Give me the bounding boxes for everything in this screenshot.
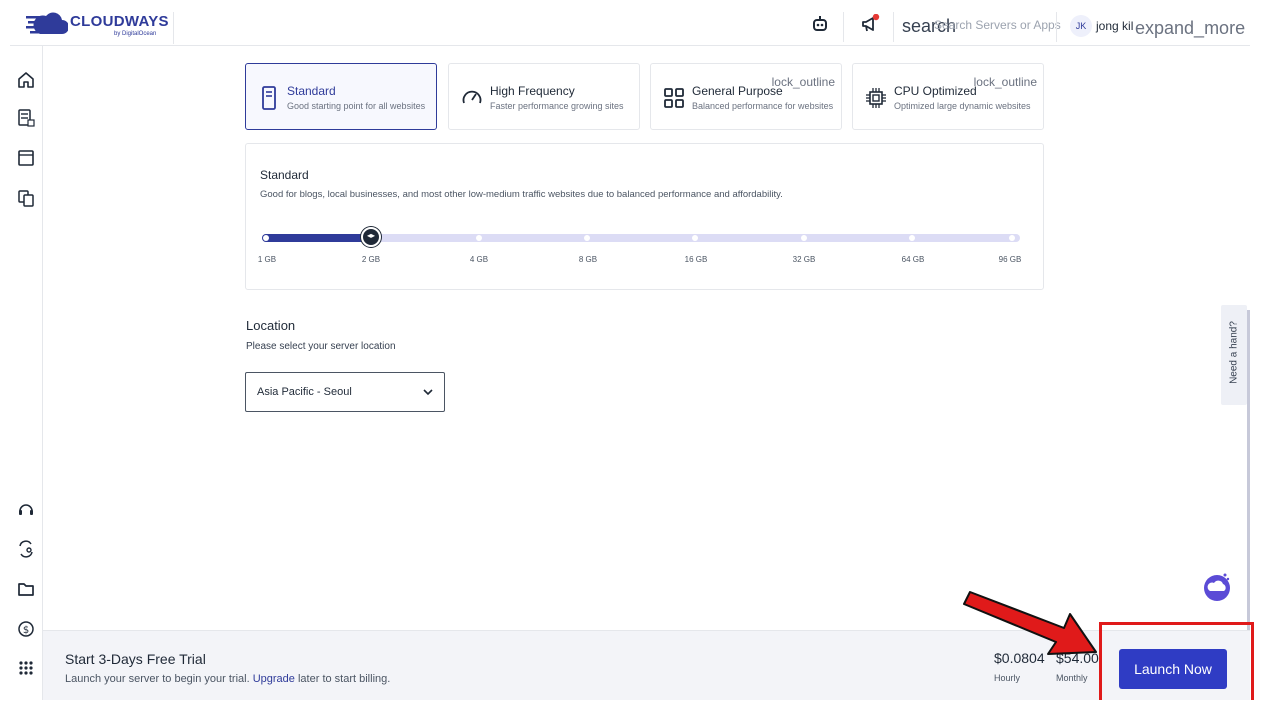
lock-icon: lock_outline: [973, 75, 1037, 89]
applications-icon[interactable]: [17, 149, 35, 167]
sidebar: $: [10, 46, 43, 700]
server-type-title: Standard: [287, 84, 336, 98]
slider-stop[interactable]: [476, 235, 482, 241]
brand-sub: by DigitalOcean: [114, 31, 157, 37]
servers-icon[interactable]: [17, 109, 35, 127]
apps-grid-icon[interactable]: [17, 659, 35, 677]
home-icon[interactable]: [17, 71, 35, 89]
cpu-icon: [866, 88, 886, 108]
server-type-high-frequency[interactable]: High Frequency Faster performance growin…: [448, 63, 640, 130]
server-type-desc: Faster performance growing sites: [490, 101, 624, 111]
cloudways-logo-icon: [26, 12, 68, 34]
divider: [893, 12, 894, 42]
server-icon: [262, 86, 276, 110]
server-type-desc: Balanced performance for websites: [692, 101, 834, 111]
server-type-title: CPU Optimized: [894, 84, 977, 98]
support-icon[interactable]: [17, 500, 35, 518]
arrows-horizontal-icon: ◂▸: [366, 231, 376, 240]
server-type-title: General Purpose: [692, 84, 783, 98]
server-type-desc: Good starting point for all websites: [287, 101, 426, 111]
red-arrow-annotation: [963, 591, 1097, 655]
slider-stop[interactable]: [692, 235, 698, 241]
highlight-box-annotation: [1099, 622, 1254, 712]
chevron-down-icon[interactable]: expand_more: [1135, 18, 1245, 39]
size-option-label[interactable]: 2 GB: [362, 255, 380, 264]
avatar[interactable]: JK: [1070, 15, 1092, 37]
brand-name: CLOUDWAYS: [70, 13, 169, 30]
files-icon[interactable]: [17, 580, 35, 598]
server-type-general-purpose[interactable]: General Purpose Balanced performance for…: [650, 63, 842, 130]
scrollbar[interactable]: [1247, 310, 1250, 630]
search-input[interactable]: Search Servers or Apps: [934, 18, 1061, 32]
grid-icon: [664, 88, 684, 108]
trial-desc-text: later to start billing.: [297, 673, 391, 685]
server-size-panel: Standard Good for blogs, local businesse…: [245, 143, 1044, 290]
divider: [1056, 12, 1057, 42]
speedometer-icon: [462, 90, 482, 104]
divider: [843, 12, 844, 42]
bottom-margin: [0, 700, 1280, 720]
size-slider-thumb[interactable]: ◂▸: [361, 227, 381, 247]
monthly-label: Monthly: [1056, 673, 1088, 683]
location-title: Location: [246, 318, 296, 333]
server-type-standard[interactable]: Standard Good starting point for all web…: [245, 63, 437, 130]
slider-stop[interactable]: [909, 235, 915, 241]
size-description: Good for blogs, local businesses, and mo…: [260, 189, 783, 200]
bot-icon[interactable]: [810, 14, 830, 34]
lock-icon: lock_outline: [771, 75, 835, 89]
size-option-label[interactable]: 1 GB: [258, 255, 276, 264]
server-type-cpu-optimized[interactable]: CPU Optimized Optimized large dynamic we…: [852, 63, 1044, 130]
size-option-label[interactable]: 4 GB: [470, 255, 488, 264]
slider-stop[interactable]: [584, 235, 590, 241]
slider-stop[interactable]: [801, 235, 807, 241]
user-name[interactable]: jong kil: [1096, 19, 1133, 33]
divider: [173, 12, 174, 44]
server-type-desc: Optimized large dynamic websites: [894, 101, 1031, 111]
brand-logo[interactable]: CLOUDWAYS by DigitalOcean: [26, 10, 169, 40]
top-bar: CLOUDWAYS by DigitalOcean search Search …: [10, 0, 1250, 46]
upgrade-link[interactable]: Upgrade: [253, 673, 295, 685]
chevron-down-icon: [423, 389, 433, 396]
projects-icon[interactable]: [17, 189, 35, 207]
help-tab-label: Need a hand?: [1228, 321, 1240, 384]
megaphone-icon[interactable]: [860, 14, 880, 34]
need-a-hand-tab[interactable]: Need a hand?: [1221, 305, 1247, 405]
team-icon[interactable]: [17, 540, 35, 558]
size-option-label[interactable]: 16 GB: [685, 255, 708, 264]
slider-stop[interactable]: [263, 235, 269, 241]
size-option-label[interactable]: 32 GB: [793, 255, 816, 264]
location-selected-value: Asia Pacific - Seoul: [257, 386, 352, 398]
trial-title: Start 3-Days Free Trial: [65, 651, 206, 667]
location-description: Please select your server location: [246, 341, 396, 352]
size-slider-fill: [262, 234, 371, 242]
slider-stop[interactable]: [1009, 235, 1015, 241]
size-title: Standard: [260, 168, 309, 182]
billing-icon[interactable]: $: [17, 620, 35, 638]
size-option-label[interactable]: 96 GB: [999, 255, 1022, 264]
server-type-title: High Frequency: [490, 84, 575, 98]
hourly-label: Hourly: [994, 673, 1021, 683]
app-window: CLOUDWAYS by DigitalOcean search Search …: [0, 0, 1280, 720]
trial-desc-text: Launch your server to begin your trial.: [65, 673, 250, 685]
size-option-label[interactable]: 64 GB: [902, 255, 925, 264]
trial-description: Launch your server to begin your trial. …: [65, 673, 390, 685]
size-option-label[interactable]: 8 GB: [579, 255, 597, 264]
location-select[interactable]: Asia Pacific - Seoul: [245, 372, 445, 412]
chat-bot-icon[interactable]: [1203, 571, 1231, 603]
svg-text:$: $: [23, 625, 29, 636]
